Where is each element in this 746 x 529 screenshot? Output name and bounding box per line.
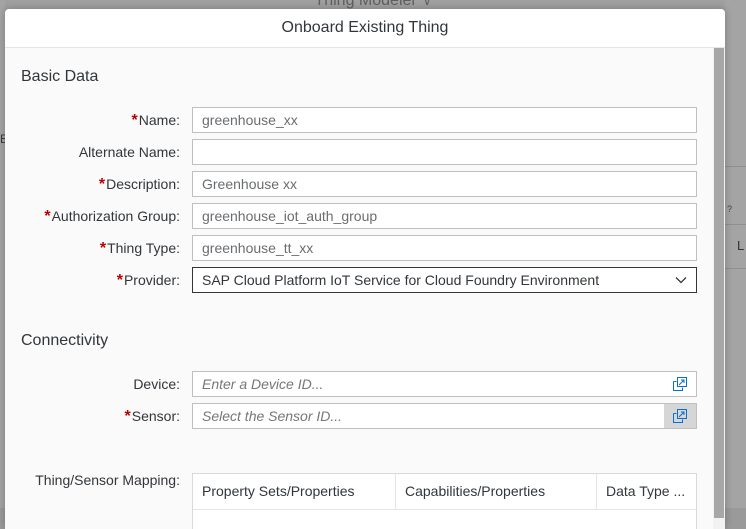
provider-select[interactable]: SAP Cloud Platform IoT Service for Cloud… — [192, 267, 697, 293]
name-label: *Name: — [131, 112, 180, 129]
dialog-title: Onboard Existing Thing — [281, 19, 449, 36]
value-help-icon — [673, 377, 687, 391]
authorization-group-label: *Authorization Group: — [44, 208, 180, 225]
thing-type-label: *Thing Type: — [99, 240, 180, 257]
authorization-group-row: *Authorization Group: greenhouse_iot_aut… — [5, 203, 711, 229]
provider-label: *Provider: — [116, 272, 180, 289]
required-marker: * — [131, 112, 138, 129]
column-header-data-type[interactable]: Data Type ... — [597, 474, 696, 509]
authorization-group-input[interactable]: greenhouse_iot_auth_group — [192, 203, 697, 229]
required-marker: * — [124, 408, 131, 425]
chevron-down-icon[interactable] — [674, 273, 688, 287]
description-input[interactable]: Greenhouse xx — [192, 171, 697, 197]
value-help-icon — [673, 409, 687, 423]
required-marker: * — [116, 272, 123, 289]
name-row: *Name: greenhouse_xx — [5, 107, 711, 133]
sensor-input-placeholder: Select the Sensor ID... — [202, 408, 343, 424]
description-label: *Description: — [98, 176, 180, 193]
background-divider — [725, 166, 746, 167]
device-input[interactable]: Enter a Device ID... — [192, 371, 697, 397]
alternate-name-row: Alternate Name: — [5, 139, 711, 165]
column-header-property-sets[interactable]: Property Sets/Properties — [193, 474, 396, 509]
required-marker: * — [44, 208, 51, 225]
background-right-column — [725, 0, 746, 508]
dialog-header: Onboard Existing Thing — [5, 9, 725, 48]
provider-row: *Provider: SAP Cloud Platform IoT Servic… — [5, 267, 711, 293]
section-title-connectivity: Connectivity — [21, 332, 109, 349]
name-input-value: greenhouse_xx — [202, 112, 298, 128]
required-marker: * — [98, 176, 106, 193]
mapping-table: Property Sets/Properties Capabilities/Pr… — [192, 473, 697, 529]
section-title-basic-data: Basic Data — [21, 68, 99, 85]
name-input[interactable]: greenhouse_xx — [192, 107, 697, 133]
thing-type-row: *Thing Type: greenhouse_tt_xx — [5, 235, 711, 261]
authorization-group-input-value: greenhouse_iot_auth_group — [202, 208, 378, 224]
dialog-content: Basic Data *Name: greenhouse_xx Alternat… — [5, 48, 713, 529]
device-value-help-button[interactable] — [664, 372, 696, 396]
device-row: Device: Enter a Device ID... — [5, 371, 711, 397]
column-header-capabilities[interactable]: Capabilities/Properties — [396, 474, 597, 509]
mapping-label: Thing/Sensor Mapping: — [35, 472, 180, 488]
sensor-row: *Sensor: Select the Sensor ID... — [5, 403, 711, 429]
mapping-table-header: Property Sets/Properties Capabilities/Pr… — [193, 474, 696, 510]
sensor-value-help-button[interactable] — [664, 404, 696, 428]
onboard-dialog: Onboard Existing Thing Basic Data *Name:… — [5, 9, 725, 529]
background-right-glyph: ? — [727, 204, 733, 214]
device-input-placeholder: Enter a Device ID... — [202, 376, 324, 392]
description-row: *Description: Greenhouse xx — [5, 171, 711, 197]
background-divider — [725, 268, 746, 269]
thing-type-input-value: greenhouse_tt_xx — [202, 240, 314, 256]
alternate-name-label: Alternate Name: — [78, 144, 180, 160]
provider-select-value: SAP Cloud Platform IoT Service for Cloud… — [202, 272, 600, 288]
background-divider — [725, 224, 746, 225]
device-label: Device: — [133, 376, 180, 392]
description-input-value: Greenhouse xx — [202, 176, 297, 192]
alternate-name-input[interactable] — [192, 139, 697, 165]
dialog-scrollbar-thumb[interactable] — [714, 48, 724, 518]
required-marker: * — [99, 240, 107, 257]
background-right-glyph: L — [737, 238, 745, 253]
thing-type-input[interactable]: greenhouse_tt_xx — [192, 235, 697, 261]
chevron-down-icon: ∨ — [422, 0, 432, 8]
sensor-label: *Sensor: — [124, 408, 180, 425]
sensor-input[interactable]: Select the Sensor ID... — [192, 403, 697, 429]
